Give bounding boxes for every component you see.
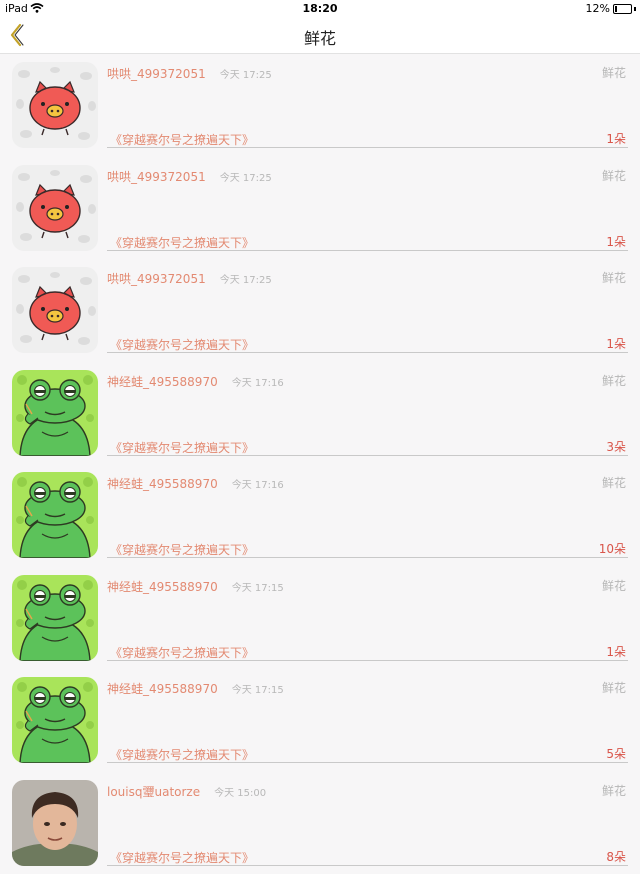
timestamp: 今天 15:00 — [214, 788, 266, 799]
list-item[interactable]: 神经蛙_495588970 今天 17:16 鲜花 《穿越赛尔号之撩遍天下》 3朵 — [0, 362, 640, 465]
frog-avatar[interactable] — [12, 575, 98, 661]
navigation-bar: 鲜花 — [0, 17, 640, 54]
book-title[interactable]: 《穿越赛尔号之撩遍天下》 — [110, 746, 254, 763]
list-item[interactable]: 哄哄_499372051 今天 17:25 鲜花 《穿越赛尔号之撩遍天下》 1朵 — [0, 259, 640, 362]
list-item[interactable]: louisq瓕uatorze 今天 15:00 鲜花 《穿越赛尔号之撩遍天下》 8… — [0, 772, 640, 874]
gift-type-label: 鲜花 — [602, 64, 626, 81]
username[interactable]: louisq瓕uatorze — [107, 785, 200, 799]
gift-type-label: 鲜花 — [602, 577, 626, 594]
pig-avatar[interactable] — [12, 165, 98, 251]
row-divider — [107, 352, 628, 353]
pig-avatar[interactable] — [12, 62, 98, 148]
book-title[interactable]: 《穿越赛尔号之撩遍天下》 — [110, 439, 254, 456]
flower-count: 3朵 — [606, 438, 626, 455]
book-title[interactable]: 《穿越赛尔号之撩遍天下》 — [110, 541, 254, 558]
page-title: 鲜花 — [0, 25, 640, 49]
gift-type-label: 鲜花 — [602, 372, 626, 389]
row-divider — [107, 865, 628, 866]
timestamp: 今天 17:16 — [232, 480, 284, 491]
book-title[interactable]: 《穿越赛尔号之撩遍天下》 — [110, 644, 254, 661]
row-divider — [107, 762, 628, 763]
timestamp: 今天 17:15 — [232, 685, 284, 696]
gift-type-label: 鲜花 — [602, 167, 626, 184]
username[interactable]: 神经蛙_495588970 — [107, 682, 218, 696]
list-item[interactable]: 神经蛙_495588970 今天 17:15 鲜花 《穿越赛尔号之撩遍天下》 1朵 — [0, 567, 640, 670]
frog-avatar[interactable] — [12, 370, 98, 456]
gift-type-label: 鲜花 — [602, 269, 626, 286]
gift-type-label: 鲜花 — [602, 782, 626, 799]
username[interactable]: 神经蛙_495588970 — [107, 580, 218, 594]
flower-count: 1朵 — [606, 130, 626, 147]
username[interactable]: 哄哄_499372051 — [107, 272, 206, 286]
flower-count: 10朵 — [599, 540, 626, 557]
row-divider — [107, 557, 628, 558]
status-time: 18:20 — [0, 2, 640, 15]
timestamp: 今天 17:15 — [232, 583, 284, 594]
battery-icon — [613, 4, 632, 14]
flower-count: 1朵 — [606, 335, 626, 352]
username[interactable]: 神经蛙_495588970 — [107, 375, 218, 389]
gift-type-label: 鲜花 — [602, 679, 626, 696]
username[interactable]: 神经蛙_495588970 — [107, 477, 218, 491]
book-title[interactable]: 《穿越赛尔号之撩遍天下》 — [110, 849, 254, 866]
gift-type-label: 鲜花 — [602, 474, 626, 491]
status-bar: iPad 18:20 12% — [0, 0, 640, 17]
row-divider — [107, 660, 628, 661]
timestamp: 今天 17:25 — [220, 173, 272, 184]
book-title[interactable]: 《穿越赛尔号之撩遍天下》 — [110, 131, 254, 148]
pig-avatar[interactable] — [12, 267, 98, 353]
flower-count: 8朵 — [606, 848, 626, 865]
row-divider — [107, 147, 628, 148]
timestamp: 今天 17:25 — [220, 275, 272, 286]
flower-count: 5朵 — [606, 745, 626, 762]
book-title[interactable]: 《穿越赛尔号之撩遍天下》 — [110, 336, 254, 353]
timestamp: 今天 17:16 — [232, 378, 284, 389]
flower-count: 1朵 — [606, 233, 626, 250]
username[interactable]: 哄哄_499372051 — [107, 170, 206, 184]
frog-avatar[interactable] — [12, 472, 98, 558]
list-item[interactable]: 哄哄_499372051 今天 17:25 鲜花 《穿越赛尔号之撩遍天下》 1朵 — [0, 157, 640, 260]
row-divider — [107, 250, 628, 251]
username[interactable]: 哄哄_499372051 — [107, 67, 206, 81]
row-divider — [107, 455, 628, 456]
battery-cap — [634, 7, 636, 11]
frog-avatar[interactable] — [12, 677, 98, 763]
list-item[interactable]: 神经蛙_495588970 今天 17:15 鲜花 《穿越赛尔号之撩遍天下》 5朵 — [0, 669, 640, 772]
list-item[interactable]: 哄哄_499372051 今天 17:25 鲜花 《穿越赛尔号之撩遍天下》 1朵 — [0, 54, 640, 157]
timestamp: 今天 17:25 — [220, 70, 272, 81]
gift-record-list: 哄哄_499372051今天 17:25 鲜花 《穿越赛尔号之撩遍天下》 1朵 … — [0, 54, 640, 874]
book-title[interactable]: 《穿越赛尔号之撩遍天下》 — [110, 234, 254, 251]
flower-count: 1朵 — [606, 643, 626, 660]
list-item[interactable]: 神经蛙_495588970 今天 17:16 鲜花 《穿越赛尔号之撩遍天下》 10… — [0, 464, 640, 567]
battery-percent: 12% — [586, 2, 610, 15]
